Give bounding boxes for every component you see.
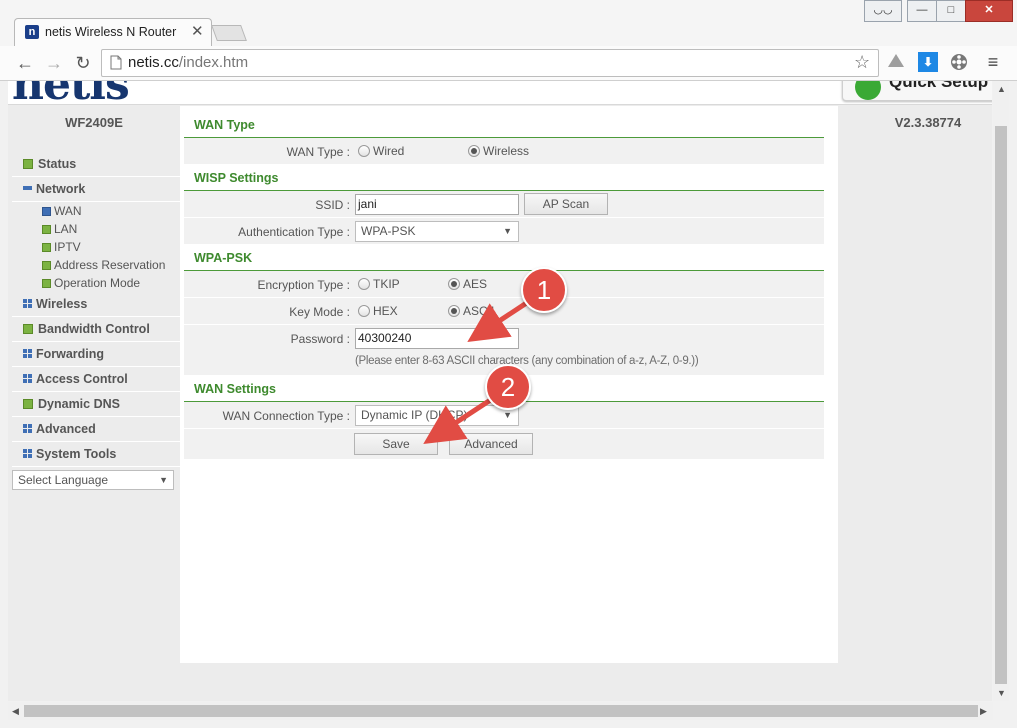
callout-step-2: 2 [485, 364, 531, 410]
arrow-to-save [423, 396, 494, 444]
arrow-to-password [467, 299, 530, 343]
callout-step-1: 1 [521, 267, 567, 313]
